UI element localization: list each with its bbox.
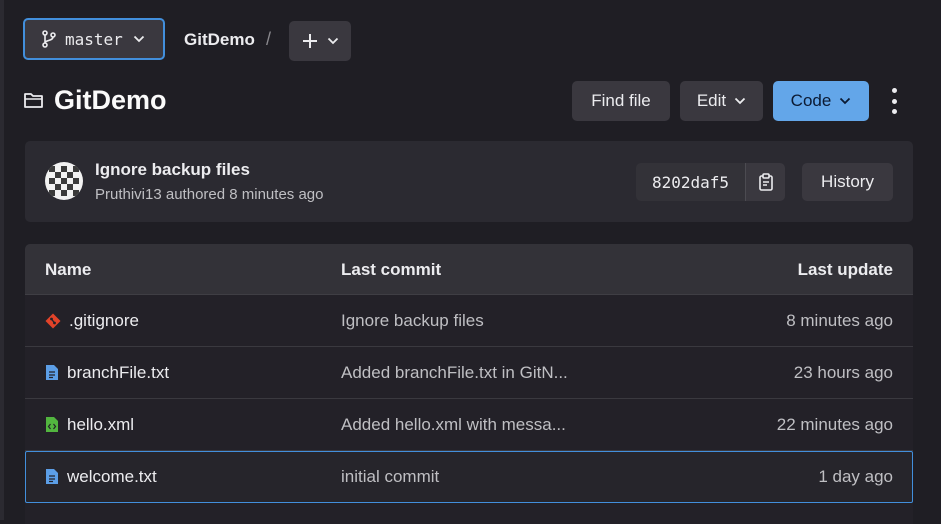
file-table: Name Last commit Last update .gitignore … <box>25 244 913 524</box>
header-last-commit: Last commit <box>341 260 442 279</box>
commit-message-link[interactable]: Added hello.xml with messa... <box>341 399 566 450</box>
table-row[interactable]: branchFile.txt Added branchFile.txt in G… <box>25 347 913 399</box>
branch-selector[interactable]: master <box>23 18 165 60</box>
text-file-icon <box>46 469 58 484</box>
find-file-button[interactable]: Find file <box>572 81 670 121</box>
git-icon <box>45 313 61 328</box>
commit-title[interactable]: Ignore backup files <box>95 160 250 180</box>
table-row[interactable]: hello.xml Added hello.xml with messa... … <box>25 399 913 451</box>
commit-sha[interactable]: 8202daf5 <box>636 163 746 201</box>
branch-icon <box>42 30 56 48</box>
file-name: hello.xml <box>67 414 135 434</box>
header-name: Name <box>45 260 92 279</box>
page-title: GitDemo <box>54 85 167 115</box>
text-file-icon <box>46 365 58 380</box>
updated-time: 23 hours ago <box>793 362 893 382</box>
breadcrumb-separator: / <box>266 29 272 49</box>
avatar[interactable] <box>45 162 83 200</box>
commit-sha-group: 8202daf5 <box>636 163 786 201</box>
file-name: branchFile.txt <box>67 362 170 382</box>
left-edge <box>0 0 4 520</box>
code-button[interactable]: Code <box>773 81 869 121</box>
breadcrumb-project[interactable]: GitDemo <box>184 30 255 50</box>
more-actions-icon[interactable] <box>884 88 904 114</box>
chevron-down-icon <box>840 97 851 105</box>
find-file-label: Find file <box>591 91 651 110</box>
file-name: welcome.txt <box>67 466 157 486</box>
last-commit-panel: Ignore backup files Pruthivi13 authored … <box>25 141 913 222</box>
xml-file-icon <box>46 417 58 432</box>
table-row[interactable]: .gitignore Ignore backup files 8 minutes… <box>25 295 913 347</box>
plus-icon <box>303 34 317 48</box>
history-button[interactable]: History <box>802 163 893 201</box>
edit-label: Edit <box>696 91 727 110</box>
copy-icon <box>758 173 773 191</box>
updated-time: 1 day ago <box>818 466 893 486</box>
chevron-down-icon <box>327 37 339 45</box>
header-last-update: Last update <box>797 260 893 279</box>
file-link[interactable]: branchFile.txt <box>45 347 169 398</box>
code-label: Code <box>790 91 832 110</box>
commit-message-link[interactable]: Added branchFile.txt in GitN... <box>341 347 568 398</box>
commit-message-link[interactable]: Ignore backup files <box>341 295 484 346</box>
file-link[interactable]: hello.xml <box>45 399 134 450</box>
table-header: Name Last commit Last update <box>25 244 913 295</box>
updated-time: 22 minutes ago <box>776 414 893 434</box>
updated-time: 8 minutes ago <box>786 310 893 330</box>
chevron-down-icon <box>133 35 144 43</box>
folder-icon <box>24 93 43 108</box>
file-link[interactable]: welcome.txt <box>45 452 157 501</box>
chevron-down-icon <box>735 97 746 105</box>
commit-meta: Pruthivi13 authored 8 minutes ago <box>95 186 324 203</box>
table-row[interactable]: welcome.txt initial commit 1 day ago <box>25 451 913 503</box>
file-link[interactable]: .gitignore <box>45 295 139 346</box>
commit-message-link[interactable]: initial commit <box>341 452 439 501</box>
branch-name: master <box>65 29 123 49</box>
file-name: .gitignore <box>69 310 139 330</box>
copy-sha-button[interactable] <box>745 163 786 201</box>
edit-button[interactable]: Edit <box>680 81 763 121</box>
add-dropdown-button[interactable] <box>289 21 351 61</box>
